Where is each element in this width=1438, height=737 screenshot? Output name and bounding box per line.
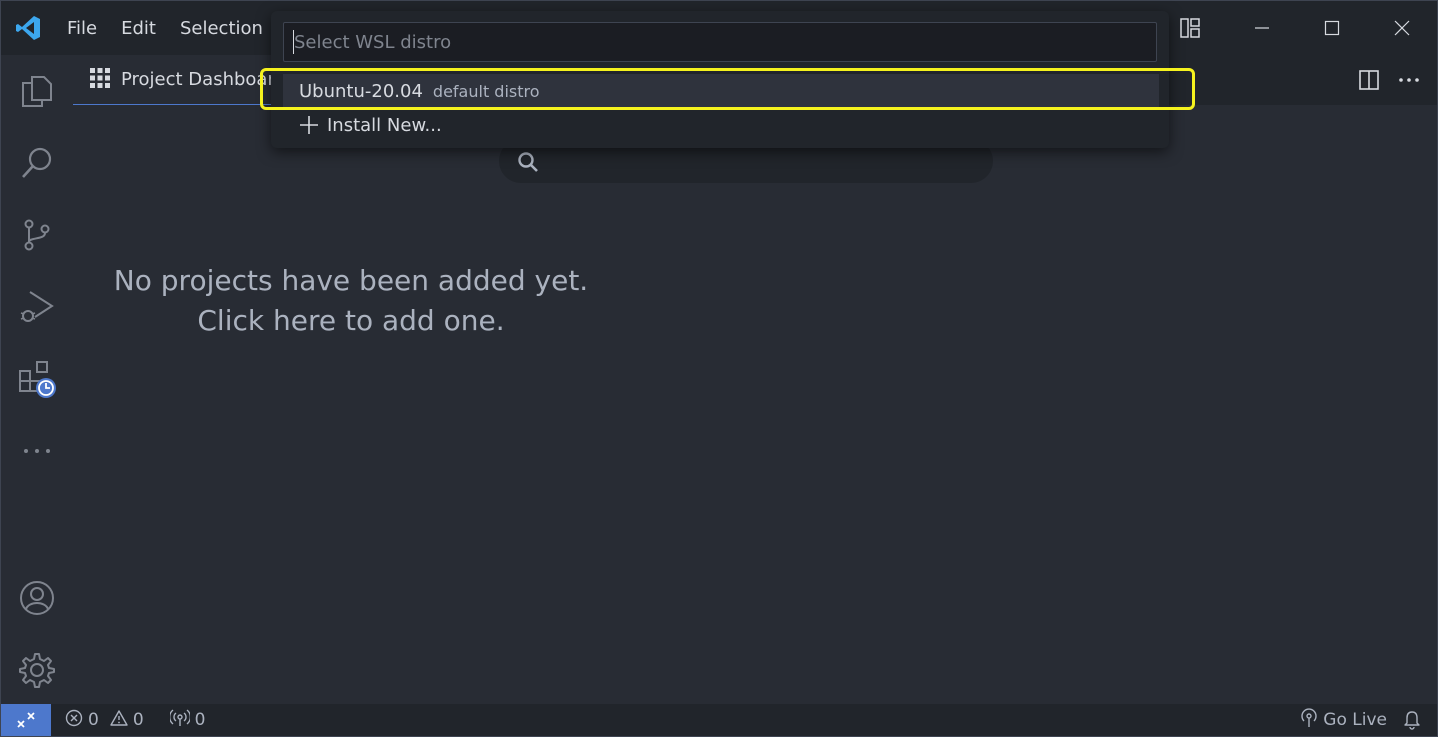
- activity-bar: [1, 55, 73, 706]
- split-editor-icon[interactable]: [1353, 64, 1385, 96]
- settings-gear-icon[interactable]: [1, 634, 73, 706]
- antenna-icon: [1300, 707, 1318, 733]
- ports-indicator[interactable]: 0: [168, 708, 206, 732]
- accounts-icon[interactable]: [1, 562, 73, 634]
- menu-bar: File Edit Selection: [55, 1, 275, 55]
- ports-count: 0: [194, 710, 206, 730]
- text-caret: [293, 30, 294, 54]
- run-debug-icon[interactable]: [1, 271, 73, 343]
- status-bar: 0 0 0 Go Live: [1, 704, 1437, 736]
- quick-pick-item-install-new[interactable]: Install New...: [283, 108, 1159, 142]
- more-actions-icon[interactable]: [1393, 64, 1425, 96]
- quick-pick-input[interactable]: [283, 22, 1157, 62]
- quick-pick-item-ubuntu[interactable]: Ubuntu-20.04 default distro: [283, 74, 1159, 108]
- menu-edit[interactable]: Edit: [109, 1, 168, 55]
- notifications-bell-icon[interactable]: [1403, 710, 1421, 730]
- wsl-distro-quick-pick: Ubuntu-20.04 default distro Install New.…: [271, 11, 1169, 148]
- install-new-label: Install New...: [327, 114, 442, 136]
- distro-description: default distro: [432, 81, 540, 101]
- extensions-update-icon[interactable]: [1, 343, 73, 415]
- vscode-window: File Edit Selection Project Dashboard No…: [0, 0, 1438, 737]
- warning-icon: [110, 709, 128, 732]
- add-project-prompt[interactable]: No projects have been added yet. Click h…: [73, 261, 629, 341]
- go-live-label: Go Live: [1323, 710, 1387, 730]
- tab-project-dashboard[interactable]: Project Dashboard: [73, 55, 283, 105]
- error-count: 0: [88, 710, 99, 730]
- status-bar-right: Go Live: [1300, 704, 1437, 736]
- tab-label: Project Dashboard: [121, 69, 283, 90]
- empty-message-line1: No projects have been added yet.: [113, 264, 589, 297]
- menu-file[interactable]: File: [55, 1, 109, 55]
- broadcast-icon: [168, 708, 191, 732]
- error-icon: [65, 709, 83, 732]
- more-views-icon[interactable]: [1, 415, 73, 487]
- editor-actions: [1353, 55, 1425, 105]
- plus-icon: [299, 115, 319, 135]
- search-icon: [517, 151, 539, 177]
- distro-label: Ubuntu-20.04: [299, 80, 423, 102]
- problems-indicator[interactable]: 0 0: [65, 709, 144, 732]
- source-control-icon[interactable]: [1, 199, 73, 271]
- menu-selection[interactable]: Selection: [168, 1, 275, 55]
- warning-count: 0: [132, 710, 144, 730]
- minimize-icon[interactable]: [1227, 1, 1297, 55]
- maximize-icon[interactable]: [1297, 1, 1367, 55]
- project-dashboard-view: No projects have been added yet. Click h…: [73, 105, 1437, 704]
- explorer-icon[interactable]: [1, 55, 73, 127]
- vscode-logo-icon: [1, 1, 55, 55]
- search-icon[interactable]: [1, 127, 73, 199]
- grid-icon: [89, 67, 111, 93]
- close-window-icon[interactable]: [1367, 1, 1437, 55]
- remote-indicator-icon[interactable]: [1, 704, 51, 736]
- title-controls: [1133, 1, 1437, 55]
- go-live-button[interactable]: Go Live: [1300, 707, 1387, 733]
- empty-message-line2: Click here to add one.: [197, 304, 505, 337]
- customize-layout-icon[interactable]: [1171, 1, 1209, 55]
